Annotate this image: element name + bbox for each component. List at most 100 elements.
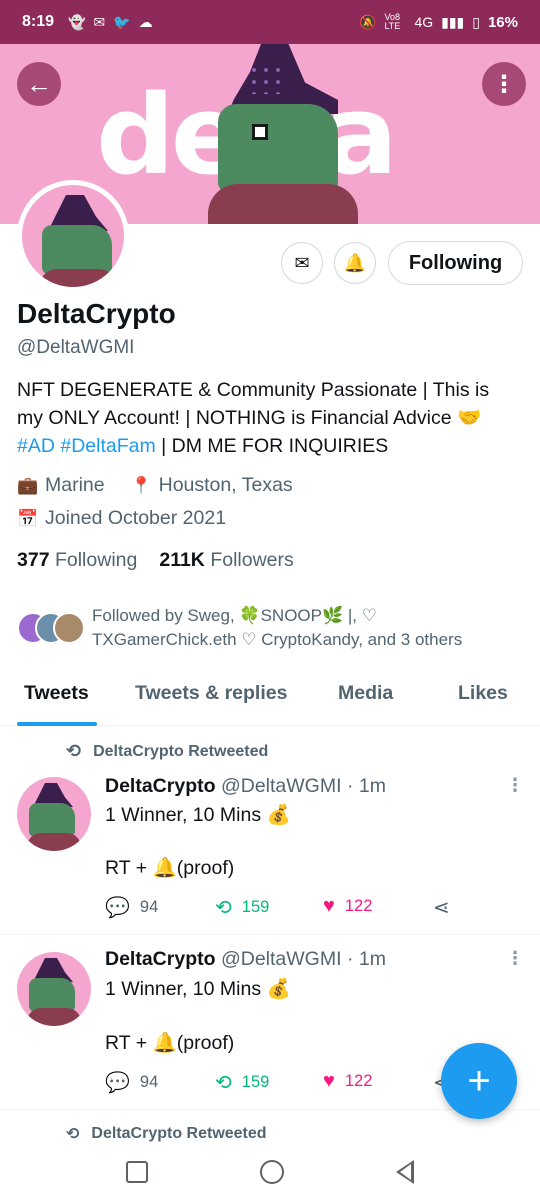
retweet-icon: ⟲ <box>215 897 232 919</box>
reply-icon: 💬 <box>105 1072 130 1094</box>
tweet-actions: 💬 94 ⟲ 159 ♥ 122 ⋖ <box>105 895 465 925</box>
retweet-context: ⟲ DeltaCrypto Retweeted <box>66 1124 267 1144</box>
mail-icon: ✉ <box>294 252 310 273</box>
banner-character-art <box>188 44 358 224</box>
battery-icon: ▯ <box>472 13 480 30</box>
location-pin-icon: 📍 <box>130 475 152 495</box>
battery-level: 16% <box>487 13 518 31</box>
back-button[interactable]: ← <box>17 62 61 106</box>
tweet-text-line2: RT + 🔔(proof) <box>105 857 235 879</box>
recent-apps-button[interactable] <box>126 1161 148 1183</box>
compose-tweet-button[interactable]: + <box>441 1043 517 1119</box>
bell-plus-icon: 🔔 <box>343 252 367 273</box>
tab-tweets[interactable]: Tweets <box>24 682 89 705</box>
network-label: 4G <box>414 14 434 30</box>
tweet-time: · 1m <box>346 775 386 797</box>
followed-by-text: Followed by Sweg, 🍀SNOOP🌿 |, ♡ TXGamerCh… <box>92 606 463 649</box>
back-nav-button[interactable] <box>396 1160 414 1184</box>
reply-count: 94 <box>139 898 159 916</box>
like-count: 122 <box>344 897 373 915</box>
more-vertical-icon: ⋮ <box>492 70 516 98</box>
tweet-avatar[interactable] <box>17 952 91 1026</box>
bio-text: NFT DEGENERATE & Community Passionate | … <box>17 379 490 429</box>
avatar <box>53 612 85 644</box>
followed-by-row[interactable]: Followed by Sweg, 🍀SNOOP🌿 |, ♡ TXGamerCh… <box>17 604 527 654</box>
tweet-avatar[interactable] <box>17 777 91 851</box>
retweet-count: 159 <box>241 1073 270 1091</box>
profile-name: DeltaCrypto <box>17 298 176 329</box>
like-button[interactable]: ♥ 122 <box>323 1070 372 1093</box>
profile-avatar[interactable] <box>17 180 129 292</box>
retweet-button[interactable]: ⟲ 159 <box>215 895 269 920</box>
plus-icon: + <box>467 1058 491 1103</box>
retweet-icon: ⟲ <box>66 1126 80 1143</box>
profile-work: Marine <box>45 474 105 496</box>
tweet-more-button[interactable]: ⋮ <box>506 948 524 969</box>
arrow-left-icon: ← <box>26 68 52 99</box>
share-icon: ⋖ <box>433 897 450 919</box>
more-vertical-icon: ⋮ <box>506 775 524 795</box>
notifications-button[interactable]: 🔔 <box>334 242 376 284</box>
calendar-icon: 📅 <box>17 508 39 528</box>
message-button[interactable]: ✉ <box>281 242 323 284</box>
tweet-author-name[interactable]: DeltaCrypto <box>105 948 216 970</box>
mail-notification-icon: ✉ <box>93 13 106 30</box>
followers-label: Followers <box>210 549 294 571</box>
reply-icon: 💬 <box>105 897 130 919</box>
status-time: 8:19 <box>22 13 55 30</box>
volte-label: Vo8 LTE <box>384 12 401 31</box>
briefcase-icon: 💼 <box>17 475 39 495</box>
like-count: 122 <box>344 1072 373 1090</box>
followed-by-avatars <box>17 612 87 646</box>
heart-icon: ♥ <box>323 895 335 917</box>
following-button[interactable]: Following <box>388 241 523 285</box>
tab-tweets-replies[interactable]: Tweets & replies <box>135 682 287 705</box>
reply-button[interactable]: 💬 94 <box>105 895 158 920</box>
mute-icon: 🔕 <box>359 13 377 30</box>
system-nav-bar <box>0 1144 540 1200</box>
retweeted-by: DeltaCrypto Retweeted <box>93 742 269 760</box>
tweet-author-handle: @DeltaWGMI <box>220 775 342 797</box>
follow-counts: 377 Following 211K Followers <box>17 549 294 572</box>
retweet-context: ⟲ DeltaCrypto Retweeted <box>66 741 268 762</box>
active-tab-indicator <box>17 722 97 726</box>
hashtag-deltafam[interactable]: #DeltaFam <box>60 435 155 457</box>
following-link[interactable]: 377 Following <box>17 549 137 572</box>
home-button[interactable] <box>260 1160 284 1184</box>
reply-button[interactable]: 💬 94 <box>105 1070 158 1095</box>
retweeted-by: DeltaCrypto Retweeted <box>91 1125 267 1142</box>
followers-link[interactable]: 211K Followers <box>159 549 293 572</box>
tab-likes[interactable]: Likes <box>458 682 508 705</box>
tweet[interactable]: ⟲ DeltaCrypto Retweeted DeltaCrypto @Del… <box>0 727 540 935</box>
retweet-icon: ⟲ <box>215 1072 232 1094</box>
retweet-button[interactable]: ⟲ 159 <box>215 1070 269 1095</box>
hashtag-ad[interactable]: #AD <box>17 435 55 457</box>
more-vertical-icon: ⋮ <box>506 948 524 968</box>
heart-icon: ♥ <box>323 1070 335 1092</box>
tweet-text-line1: 1 Winner, 10 Mins 💰 <box>105 978 291 1000</box>
profile-handle: @DeltaWGMI <box>17 337 135 358</box>
tweet-header: DeltaCrypto @DeltaWGMI · 1m <box>105 775 386 798</box>
more-options-button[interactable]: ⋮ <box>482 62 526 106</box>
profile-joined: Joined October 2021 <box>45 507 227 529</box>
tweet-more-button[interactable]: ⋮ <box>506 775 524 796</box>
tweet-actions: 💬 94 ⟲ 159 ♥ 122 ⋖ <box>105 1070 465 1100</box>
followers-count: 211K <box>159 549 205 571</box>
like-button[interactable]: ♥ 122 <box>323 895 372 918</box>
tweet-author-name[interactable]: DeltaCrypto <box>105 775 216 797</box>
retweet-icon: ⟲ <box>66 741 82 761</box>
tab-media[interactable]: Media <box>338 682 393 705</box>
profile-bio: NFT DEGENERATE & Community Passionate | … <box>17 376 517 460</box>
tweet-author-handle: @DeltaWGMI <box>220 948 342 970</box>
profile-location: Houston, Texas <box>158 474 293 496</box>
share-button[interactable]: ⋖ <box>433 895 450 920</box>
snapchat-icon: 👻 <box>68 13 86 30</box>
profile-joined-row: 📅 Joined October 2021 <box>17 507 226 530</box>
bio-end-text: | DM ME FOR INQUIRIES <box>161 435 389 457</box>
signal-icon: ▮▮▮ <box>441 13 465 30</box>
following-label: Following <box>54 549 138 571</box>
retweet-count: 159 <box>241 898 270 916</box>
reply-count: 94 <box>139 1073 159 1091</box>
tweet-header: DeltaCrypto @DeltaWGMI · 1m <box>105 948 386 971</box>
tweet-text-line1: 1 Winner, 10 Mins 💰 <box>105 804 291 826</box>
